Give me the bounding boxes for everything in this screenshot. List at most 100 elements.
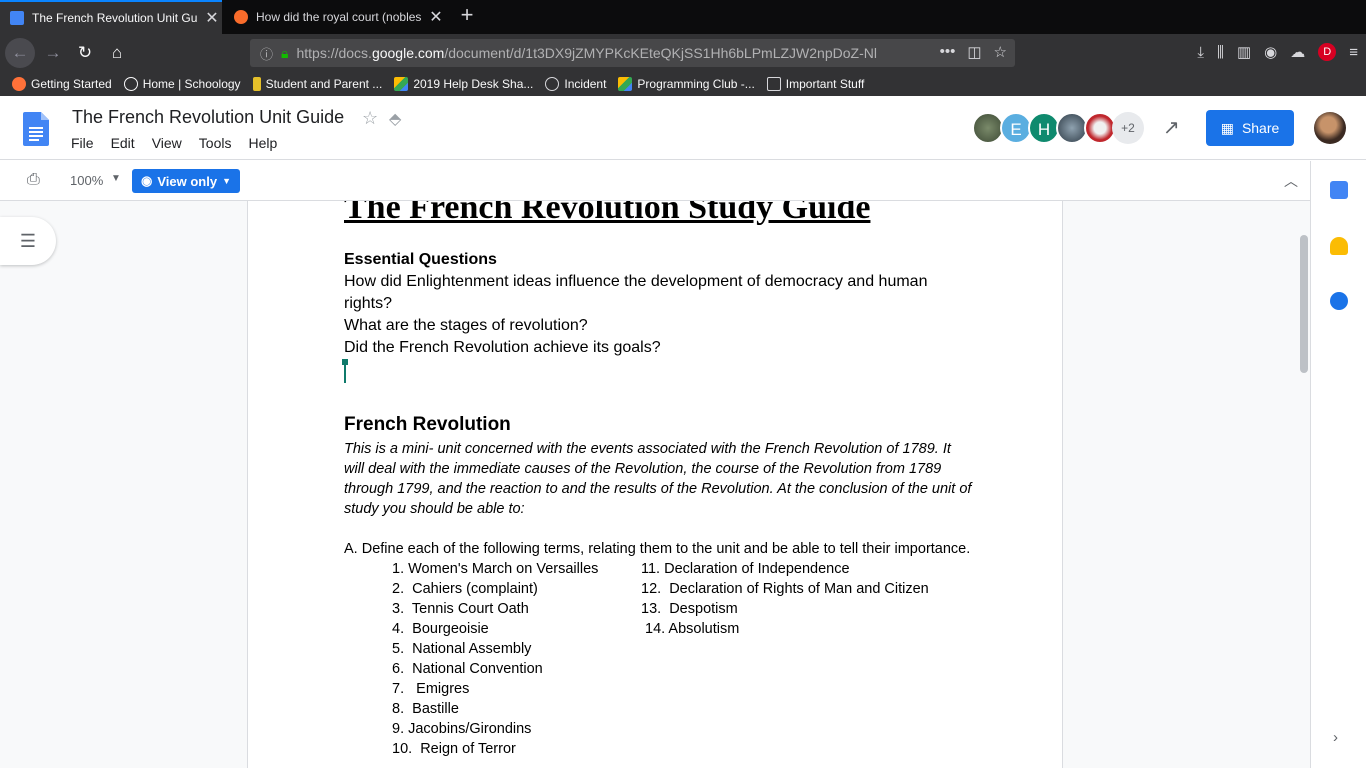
keep-icon[interactable] <box>1330 237 1348 255</box>
document-canvas: ☰ The French Revolution Study Guide Esse… <box>0 201 1310 768</box>
list-item: 13. Despotism <box>641 601 738 617</box>
bookmark-schoology[interactable]: Home | Schoology <box>123 77 241 91</box>
bookmark-getting-started[interactable]: Getting Started <box>12 77 112 91</box>
list-item: 7. Emigres <box>392 681 470 697</box>
new-tab-button[interactable]: + <box>455 4 479 28</box>
star-icon[interactable]: ☆ <box>362 108 378 129</box>
list-item: 3. Tennis Court Oath <box>392 601 529 617</box>
back-button[interactable]: ← <box>5 38 35 68</box>
close-tab-icon[interactable]: ✕ <box>427 7 445 27</box>
essential-question: Did the French Revolution achieve its go… <box>344 339 661 356</box>
share-button[interactable]: ▦ Share <box>1206 110 1294 146</box>
google-docs-logo-icon[interactable] <box>23 112 49 146</box>
view-only-mode-button[interactable]: ◉ View only ▼ <box>132 169 240 193</box>
bookmark-site-icon <box>252 77 261 91</box>
list-item: 6. National Convention <box>392 661 543 677</box>
chevron-down-icon: ▼ <box>222 176 231 186</box>
bookmark-folder-important[interactable]: Important Stuff <box>766 77 864 91</box>
browser-tab-strip: The French Revolution Unit Guide ✕ How d… <box>0 0 1366 34</box>
website-favicon-icon <box>234 10 248 24</box>
home-button[interactable]: ⌂ <box>102 38 132 68</box>
calendar-icon[interactable] <box>1330 181 1348 199</box>
zoom-select[interactable]: 100% <box>70 173 103 188</box>
extension-icon[interactable]: ☁ <box>1290 43 1305 61</box>
forward-button[interactable]: → <box>38 38 68 68</box>
menu-edit[interactable]: Edit <box>111 135 135 151</box>
terms-column-right: 11. Declaration of Independence 12. Decl… <box>641 559 929 639</box>
side-panel: › <box>1310 161 1366 768</box>
list-item: 2. Cahiers (complaint) <box>392 581 538 597</box>
chevron-down-icon[interactable]: ▼ <box>111 173 121 184</box>
url-text: https://docs.google.com/document/d/1t3DX… <box>296 45 877 61</box>
more-collaborators-badge[interactable]: +2 <box>1112 112 1144 144</box>
folder-icon <box>766 77 781 91</box>
downloads-icon[interactable]: ⤓ <box>1197 44 1204 61</box>
firefox-icon <box>12 77 26 91</box>
list-item: 12. Declaration of Rights of Man and Cit… <box>641 581 929 597</box>
menu-help[interactable]: Help <box>248 135 277 151</box>
globe-icon <box>545 77 560 91</box>
list-item: 1. Women's March on Versailles <box>392 561 599 577</box>
bookmark-star-icon[interactable]: ☆ <box>994 43 1007 61</box>
essential-questions-title: Essential Questions <box>344 251 497 268</box>
account-icon[interactable]: ◉ <box>1264 43 1277 61</box>
account-avatar[interactable] <box>1314 112 1346 144</box>
page-actions-icon[interactable]: ••• <box>940 43 956 61</box>
close-tab-icon[interactable]: ✕ <box>203 8 221 28</box>
google-drive-icon <box>618 77 633 91</box>
bookmark-programming-club[interactable]: Programming Club -... <box>618 77 755 91</box>
url-bar[interactable]: ⓘ 🔒︎ https://docs.google.com/document/d/… <box>250 39 1015 67</box>
schoology-icon <box>123 77 138 91</box>
list-item: 11. Declaration of Independence <box>641 561 850 577</box>
list-item: 5. National Assembly <box>392 641 532 657</box>
list-item: 8. Bastille <box>392 701 459 717</box>
scrollbar-thumb[interactable] <box>1300 235 1308 373</box>
menu-icon[interactable]: ≡ <box>1349 44 1358 61</box>
share-people-icon: ▦ <box>1220 119 1234 136</box>
terms-list: 1. Women's March on Versailles 2. Cahier… <box>344 559 974 759</box>
text-cursor <box>342 359 348 383</box>
eye-icon: ◉ <box>141 173 153 188</box>
essential-question: What are the stages of revolution? <box>344 317 588 334</box>
bookmark-incident[interactable]: Incident <box>545 77 606 91</box>
reload-button[interactable]: ↻ <box>70 38 100 68</box>
tab-title: How did the royal court (nobles <box>256 10 421 24</box>
tab-title: The French Revolution Unit Guide <box>32 11 197 25</box>
document-heading: The French Revolution Study Guide <box>344 201 871 226</box>
bookmark-help-desk[interactable]: 2019 Help Desk Sha... <box>394 77 533 91</box>
tasks-icon[interactable] <box>1330 292 1348 310</box>
essential-question: How did Enlightenment ideas influence th… <box>344 273 928 312</box>
chevron-right-icon[interactable]: › <box>1333 729 1338 746</box>
browser-tab-docs[interactable]: The French Revolution Unit Guide ✕ <box>0 0 222 34</box>
info-icon[interactable]: ⓘ <box>260 44 273 63</box>
document-outline-button[interactable]: ☰ <box>0 217 56 265</box>
library-icon[interactable]: ⫼ <box>1217 44 1224 61</box>
outline-list-icon: ☰ <box>19 230 37 251</box>
list-item: 9. Jacobins/Girondins <box>392 721 532 737</box>
document-body: The French Revolution Study Guide Essent… <box>342 201 974 759</box>
bookmark-student-parent[interactable]: Student and Parent ... <box>252 77 382 91</box>
menu-tools[interactable]: Tools <box>199 135 232 151</box>
docs-toolbar: ⎙ 100% ▼ ◉ View only ▼ ︿ <box>0 161 1310 201</box>
document-page: The French Revolution Study Guide Essent… <box>247 201 1063 768</box>
unit-intro-paragraph: This is a mini- unit concerned with the … <box>344 441 972 517</box>
collapse-menus-icon[interactable]: ︿ <box>1284 171 1298 191</box>
move-to-folder-icon[interactable]: ⬘ <box>389 109 401 129</box>
menu-file[interactable]: File <box>71 135 94 151</box>
terms-column-left: 1. Women's March on Versailles 2. Cahier… <box>392 559 598 759</box>
profile-extension-icon[interactable]: D <box>1318 43 1337 61</box>
pocket-icon[interactable]: ◫ <box>967 43 981 61</box>
list-item: 4. Bourgeoisie <box>392 621 489 637</box>
print-icon[interactable]: ⎙ <box>27 171 40 189</box>
document-title[interactable]: The French Revolution Unit Guide <box>72 107 344 128</box>
sidebar-icon[interactable]: ▥ <box>1237 43 1251 61</box>
google-docs-favicon-icon <box>10 11 24 25</box>
docs-header: The French Revolution Unit Guide ☆ ⬘ Fil… <box>0 96 1366 160</box>
list-item: 14. Absolutism <box>641 621 740 637</box>
menu-view[interactable]: View <box>152 135 182 151</box>
google-drive-icon <box>394 77 409 91</box>
section-title: French Revolution <box>344 414 511 435</box>
browser-tab-question[interactable]: How did the royal court (nobles ✕ <box>224 0 446 34</box>
activity-dashboard-icon[interactable]: ↗ <box>1163 115 1180 140</box>
list-item: 10. Reign of Terror <box>392 741 516 757</box>
